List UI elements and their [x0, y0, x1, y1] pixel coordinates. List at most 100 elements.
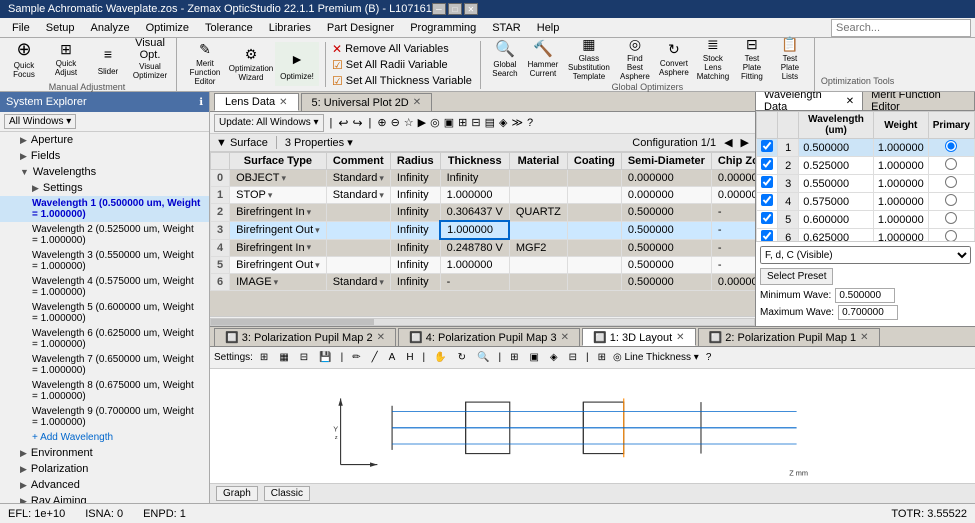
- semi-diam-2[interactable]: 0.500000: [621, 204, 711, 222]
- table-row[interactable]: 4 Birefringent In ▾ Infinity 0.248780 V …: [211, 239, 756, 257]
- toolbar-icon1[interactable]: ⊕: [377, 116, 386, 129]
- toolbar-icon10[interactable]: ◈: [499, 116, 507, 129]
- table-row[interactable]: 0 OBJECT ▾ Standard ▾ Infinity Infinity …: [211, 170, 756, 187]
- glass-substitution-button[interactable]: ▦ Glass SubstitutionTemplate: [563, 37, 615, 81]
- radius-0[interactable]: Infinity: [390, 170, 440, 187]
- radius-4[interactable]: Infinity: [390, 239, 440, 257]
- surface-type-2[interactable]: Birefringent In ▾: [230, 204, 327, 222]
- wv-row[interactable]: 6 0.625000 1.000000: [757, 229, 975, 242]
- sidebar-item-settings[interactable]: ▶ Settings: [0, 180, 209, 196]
- wv-row[interactable]: 5 0.600000 1.000000: [757, 211, 975, 229]
- menu-optimize[interactable]: Optimize: [138, 20, 197, 36]
- wv-row[interactable]: 3 0.550000 1.000000: [757, 175, 975, 193]
- wv-primary-6[interactable]: [945, 230, 957, 241]
- wavelength-data-tab[interactable]: Wavelength Data ✕: [756, 92, 863, 110]
- radius-5[interactable]: Infinity: [390, 257, 440, 274]
- chip-zone-6[interactable]: 0.000000: [711, 274, 755, 291]
- layout-tool-6[interactable]: ▣: [525, 349, 542, 367]
- coating-1[interactable]: [567, 187, 621, 204]
- sidebar-item-fields[interactable]: ▶ Fields: [0, 148, 209, 164]
- sidebar-item-wavelength7[interactable]: Wavelength 7 (0.650000 um, Weight = 1.00…: [0, 352, 209, 378]
- chip-zone-5[interactable]: -: [711, 257, 755, 274]
- sidebar-item-environment[interactable]: ▶ Environment: [0, 445, 209, 461]
- layout-tool-rotate[interactable]: ↻: [454, 349, 470, 367]
- sidebar-item-add-wavelength[interactable]: + Add Wavelength: [0, 430, 209, 445]
- help-icon[interactable]: ?: [706, 352, 712, 363]
- config-next[interactable]: ▶: [741, 136, 749, 149]
- wv-row[interactable]: 2 0.525000 1.000000: [757, 157, 975, 175]
- all-windows-button[interactable]: All Windows ▾: [4, 114, 76, 129]
- menu-part-designer[interactable]: Part Designer: [319, 20, 402, 36]
- sidebar-item-wavelength4[interactable]: Wavelength 4 (0.575000 um, Weight = 1.00…: [0, 274, 209, 300]
- sidebar-item-advanced[interactable]: ▶ Advanced: [0, 477, 209, 493]
- wv-wavelength-4[interactable]: 0.575000: [799, 193, 874, 211]
- material-3[interactable]: [509, 221, 567, 239]
- table-row[interactable]: 6 IMAGE ▾ Standard ▾ Infinity - 0.500000…: [211, 274, 756, 291]
- layout-tool-text[interactable]: A: [385, 349, 400, 367]
- close-button[interactable]: ✕: [464, 3, 478, 15]
- wv-check-2[interactable]: [761, 158, 773, 170]
- config-prev[interactable]: ◀: [724, 136, 732, 149]
- wavelength-table-container[interactable]: Wavelength (um) Weight Primary 1 0.50000…: [756, 111, 975, 241]
- sidebar-item-polarization[interactable]: ▶ Polarization: [0, 461, 209, 477]
- merit-function-editor-tab[interactable]: Merit Function Editor: [863, 92, 975, 110]
- tab-3d-layout[interactable]: 🔲 1: 3D Layout ✕: [582, 328, 696, 346]
- wv-wavelength-1[interactable]: 0.500000: [799, 139, 874, 157]
- semi-diam-6[interactable]: 0.500000: [621, 274, 711, 291]
- sidebar-item-aperture[interactable]: ▶ Aperture: [0, 132, 209, 148]
- sidebar-item-wavelength5[interactable]: Wavelength 5 (0.600000 um, Weight = 1.00…: [0, 300, 209, 326]
- wv-check-3[interactable]: [761, 176, 773, 188]
- menu-setup[interactable]: Setup: [38, 20, 83, 36]
- max-wave-input[interactable]: [838, 305, 898, 320]
- wv-weight-3[interactable]: 1.000000: [873, 175, 928, 193]
- menu-analyze[interactable]: Analyze: [82, 20, 137, 36]
- wv-weight-4[interactable]: 1.000000: [873, 193, 928, 211]
- thickness-2[interactable]: 0.306437 V: [440, 204, 509, 222]
- coating-4[interactable]: [567, 239, 621, 257]
- set-radii-label[interactable]: Set All Radii Variable: [346, 59, 448, 71]
- tab-polarization-pupil-3[interactable]: 🔲 4: Polarization Pupil Map 3 ✕: [398, 328, 580, 346]
- visual-optimizer-button[interactable]: VisualOpt. VisualOptimizer: [130, 37, 170, 81]
- menu-tolerance[interactable]: Tolerance: [197, 20, 261, 36]
- material-5[interactable]: [509, 257, 567, 274]
- tab-pol-3-close[interactable]: ✕: [561, 332, 569, 343]
- universal-plot-close[interactable]: ✕: [413, 97, 421, 108]
- comment-0[interactable]: Standard ▾: [326, 170, 390, 187]
- material-6[interactable]: [509, 274, 567, 291]
- set-thickness-label[interactable]: Set All Thickness Variable: [346, 75, 472, 87]
- menu-libraries[interactable]: Libraries: [261, 20, 319, 36]
- table-row[interactable]: 1 STOP ▾ Standard ▾ Infinity 1.000000 0.…: [211, 187, 756, 204]
- wv-check-6[interactable]: [761, 230, 773, 241]
- wv-primary-4[interactable]: [945, 194, 957, 206]
- tab-polarization-pupil-2[interactable]: 🔲 3: Polarization Pupil Map 2 ✕: [214, 328, 396, 346]
- layout-tool-9[interactable]: ⊞: [594, 349, 610, 367]
- undo-icon[interactable]: ↩: [338, 116, 348, 130]
- universal-plot-tab[interactable]: 5: Universal Plot 2D ✕: [301, 93, 433, 111]
- layout-tool-7[interactable]: ◈: [546, 349, 562, 367]
- thickness-4[interactable]: 0.248780 V: [440, 239, 509, 257]
- quick-adjust-button[interactable]: ⊞ QuickAdjust: [46, 37, 86, 81]
- surface-type-4[interactable]: Birefringent In ▾: [230, 239, 327, 257]
- find-best-asphere-button[interactable]: ◎ Find BestAsphere: [616, 37, 654, 81]
- remove-all-variables-label[interactable]: Remove All Variables: [345, 43, 449, 55]
- thickness-5[interactable]: 1.000000: [440, 257, 509, 274]
- sidebar-item-wavelength6[interactable]: Wavelength 6 (0.625000 um, Weight = 1.00…: [0, 326, 209, 352]
- coating-5[interactable]: [567, 257, 621, 274]
- toolbar-icon6[interactable]: ▣: [444, 116, 454, 129]
- table-row[interactable]: 5 Birefringent Out ▾ Infinity 1.000000 0…: [211, 257, 756, 274]
- surface-type-5[interactable]: Birefringent Out ▾: [230, 257, 327, 274]
- layout-tool-line[interactable]: ╱: [368, 349, 382, 367]
- min-wave-input[interactable]: [835, 288, 895, 303]
- radius-1[interactable]: Infinity: [390, 187, 440, 204]
- select-preset-button[interactable]: Select Preset: [760, 268, 833, 285]
- wv-weight-1[interactable]: 1.000000: [873, 139, 928, 157]
- material-1[interactable]: [509, 187, 567, 204]
- layout-tool-move[interactable]: ✋: [430, 349, 450, 367]
- properties-button[interactable]: 3 Properties ▾: [276, 136, 353, 149]
- surface-table-container[interactable]: Surface Type Comment Radius Thickness Ma…: [210, 152, 755, 316]
- optimize-button[interactable]: ► Optimize!: [275, 42, 319, 86]
- surface-type-0[interactable]: OBJECT ▾: [230, 170, 327, 187]
- toolbar-icon11[interactable]: ≫: [511, 116, 523, 129]
- comment-6[interactable]: Standard ▾: [326, 274, 390, 291]
- material-2[interactable]: QUARTZ: [509, 204, 567, 222]
